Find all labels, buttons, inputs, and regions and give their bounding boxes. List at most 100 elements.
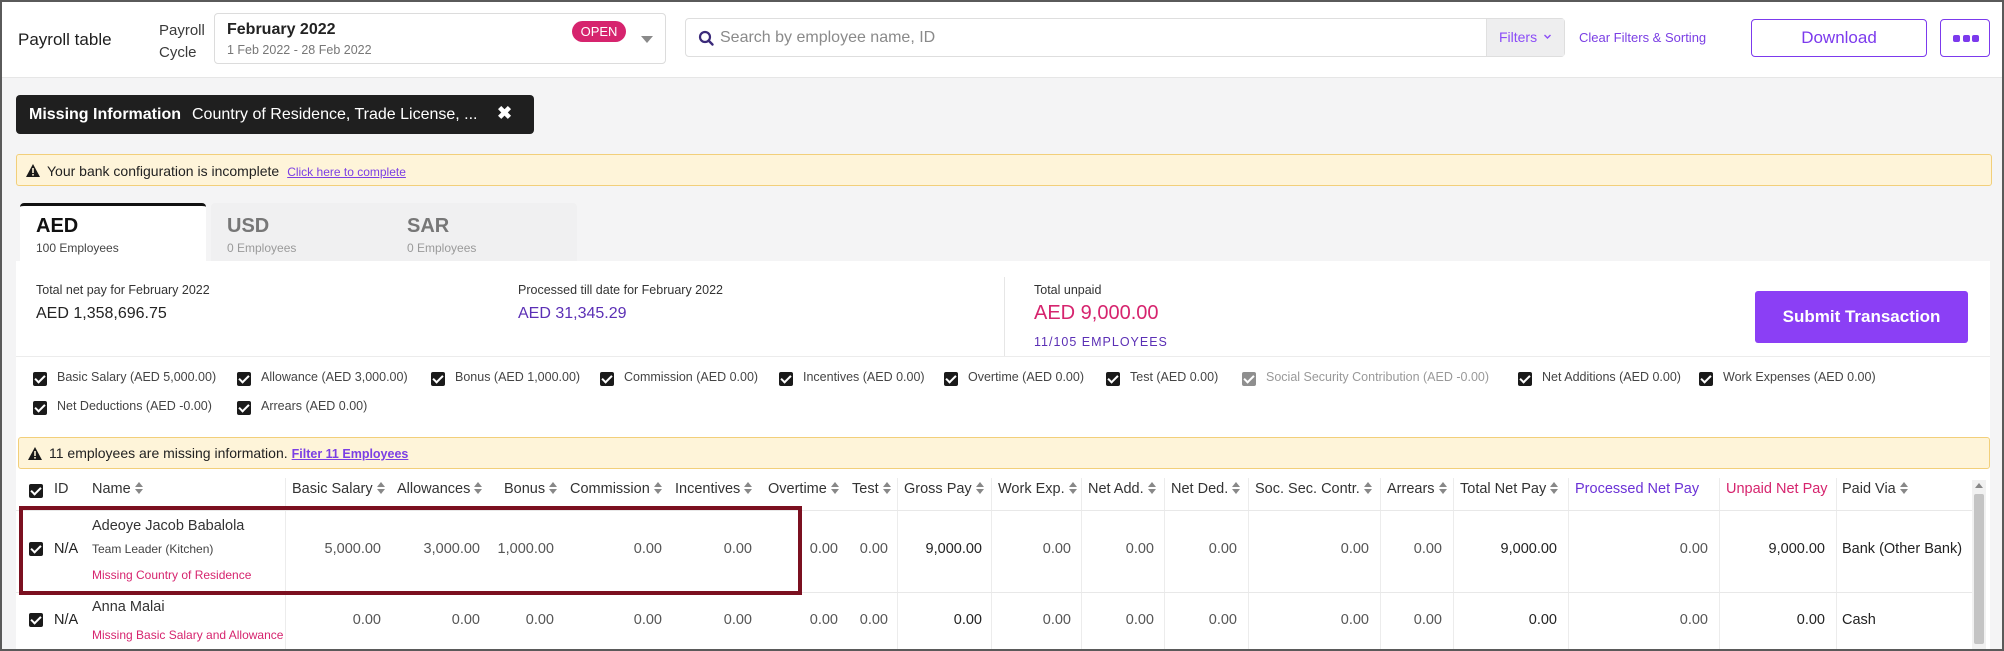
component-checkbox[interactable] bbox=[237, 401, 251, 415]
filter-employees-link[interactable]: Filter 11 Employees bbox=[292, 447, 409, 461]
unpaid-value: AED 9,000.00 bbox=[1034, 302, 1159, 324]
filters-button[interactable]: Filters bbox=[1486, 19, 1564, 56]
clear-filters-link[interactable]: Clear Filters & Sorting bbox=[1579, 30, 1706, 45]
tab-usd[interactable]: USD 0 Employees bbox=[211, 203, 397, 261]
component-label: Commission (AED 0.00) bbox=[624, 370, 759, 384]
column-header-name[interactable]: Name bbox=[92, 481, 143, 497]
chevron-down-icon[interactable] bbox=[641, 36, 653, 43]
unpaid-employees: 11/105 EMPLOYEES bbox=[1034, 335, 1168, 349]
net-ded-cell: 0.00 bbox=[1208, 612, 1237, 628]
overtime-cell: 0.00 bbox=[809, 612, 838, 628]
component-label: Bonus (AED 1,000.00) bbox=[455, 370, 581, 384]
unpaid-label: Total unpaid bbox=[1034, 283, 1102, 297]
component-checkbox[interactable] bbox=[33, 372, 47, 386]
allowances-cell: 0.00 bbox=[451, 612, 480, 628]
arrears-cell: 0.00 bbox=[1413, 541, 1442, 557]
work-exp-cell: 0.00 bbox=[1042, 612, 1071, 628]
bank-config-text: Your bank configuration is incomplete bbox=[47, 163, 280, 179]
close-icon[interactable]: ✖ bbox=[497, 103, 512, 124]
row-checkbox[interactable] bbox=[29, 613, 43, 627]
missing-info-filter-chip: Missing Information Country of Residence… bbox=[16, 95, 534, 134]
soc-sec-cell: 0.00 bbox=[1340, 541, 1369, 557]
column-header-soc-sec[interactable]: Soc. Sec. Contr. bbox=[1255, 481, 1372, 497]
column-divider bbox=[1164, 478, 1165, 649]
tab-sar[interactable]: SAR 0 Employees bbox=[391, 203, 577, 261]
component-checkbox[interactable] bbox=[944, 372, 958, 386]
scrollbar-thumb[interactable] bbox=[1974, 494, 1984, 644]
column-header-allowances[interactable]: Allowances bbox=[397, 481, 483, 497]
commission-cell: 0.00 bbox=[633, 612, 662, 628]
submit-transaction-button[interactable]: Submit Transaction bbox=[1755, 291, 1968, 343]
component-checkbox[interactable] bbox=[237, 372, 251, 386]
column-header-incentives[interactable]: Incentives bbox=[675, 481, 753, 497]
test-cell: 0.00 bbox=[859, 541, 888, 557]
column-header-id: ID bbox=[54, 481, 69, 497]
component-label: Overtime (AED 0.00) bbox=[968, 370, 1085, 384]
column-header-test[interactable]: Test bbox=[852, 481, 891, 497]
missing-info-label: Missing Information bbox=[29, 106, 181, 123]
column-header-overtime[interactable]: Overtime bbox=[768, 481, 839, 497]
sort-icon bbox=[1550, 482, 1559, 494]
paid-via-cell: Bank (Other Bank) bbox=[1842, 541, 1963, 557]
cycle-month: February 2022 bbox=[227, 21, 336, 38]
test-cell: 0.00 bbox=[859, 612, 888, 628]
divider bbox=[16, 356, 1990, 357]
header-bar: Payroll table Payroll Cycle February 202… bbox=[2, 2, 2002, 78]
select-all-checkbox[interactable] bbox=[29, 484, 43, 498]
work-exp-cell: 0.00 bbox=[1042, 541, 1071, 557]
component-checkbox[interactable] bbox=[33, 401, 47, 415]
column-header-paid-via[interactable]: Paid Via bbox=[1842, 481, 1908, 497]
column-header-basic-salary[interactable]: Basic Salary bbox=[292, 481, 385, 497]
component-checkbox[interactable] bbox=[600, 372, 614, 386]
component-checkbox[interactable] bbox=[1699, 372, 1713, 386]
bank-config-banner: Your bank configuration is incomplete Cli… bbox=[16, 154, 1992, 186]
sort-icon bbox=[830, 482, 839, 494]
column-header-net-add[interactable]: Net Add. bbox=[1088, 481, 1156, 497]
sort-icon bbox=[1232, 482, 1241, 494]
sort-icon bbox=[376, 482, 385, 494]
tab-aed[interactable]: AED 100 Employees bbox=[20, 203, 206, 261]
more-dots-icon bbox=[1953, 35, 1979, 42]
status-badge: OPEN bbox=[572, 21, 626, 42]
column-header-work-exp[interactable]: Work Exp. bbox=[998, 481, 1077, 497]
column-header-gross-pay[interactable]: Gross Pay bbox=[904, 481, 984, 497]
scroll-up-icon[interactable] bbox=[1975, 483, 1983, 488]
column-divider bbox=[1836, 478, 1837, 649]
sort-icon bbox=[1899, 482, 1908, 494]
incentives-cell: 0.00 bbox=[723, 612, 752, 628]
component-checkbox[interactable] bbox=[1518, 372, 1532, 386]
column-header-net-ded[interactable]: Net Ded. bbox=[1171, 481, 1241, 497]
column-header-bonus[interactable]: Bonus bbox=[504, 481, 558, 497]
sort-icon bbox=[882, 482, 891, 494]
column-header-total-net-pay[interactable]: Total Net Pay bbox=[1460, 481, 1559, 497]
table-scrollbar[interactable] bbox=[1972, 480, 1986, 649]
sort-icon bbox=[134, 482, 143, 494]
column-header-commission[interactable]: Commission bbox=[570, 481, 662, 497]
total-net-pay-cell: 9,000.00 bbox=[1500, 541, 1557, 557]
warning-icon bbox=[26, 164, 40, 177]
unpaid-net-pay-cell: 9,000.00 bbox=[1768, 541, 1825, 557]
sort-icon bbox=[975, 482, 984, 494]
search-input[interactable] bbox=[720, 19, 1490, 56]
net-pay-label: Total net pay for February 2022 bbox=[36, 283, 210, 297]
missing-info-value: Country of Residence, Trade License, ... bbox=[192, 106, 478, 123]
more-options-button[interactable] bbox=[1940, 19, 1990, 57]
download-button[interactable]: Download bbox=[1751, 19, 1927, 57]
component-label: Incentives (AED 0.00) bbox=[803, 370, 925, 384]
employee-name[interactable]: Anna Malai bbox=[92, 599, 165, 615]
component-checkbox[interactable] bbox=[1106, 372, 1120, 386]
component-checkbox bbox=[1242, 372, 1256, 386]
component-label: Net Deductions (AED -0.00) bbox=[57, 399, 212, 413]
sort-icon bbox=[549, 482, 558, 494]
payroll-cycle-select[interactable]: February 2022 1 Feb 2022 - 28 Feb 2022 O… bbox=[214, 13, 666, 64]
component-checkbox[interactable] bbox=[779, 372, 793, 386]
missing-employees-banner: 11 employees are missing information. Fil… bbox=[18, 437, 1990, 469]
cycle-range: 1 Feb 2022 - 28 Feb 2022 bbox=[227, 43, 372, 57]
complete-bank-config-link[interactable]: Click here to complete bbox=[287, 165, 406, 179]
component-label: Arrears (AED 0.00) bbox=[261, 399, 368, 413]
column-header-arrears[interactable]: Arrears bbox=[1387, 481, 1447, 497]
app-frame: Payroll table Payroll Cycle February 202… bbox=[0, 0, 2004, 651]
component-checkbox[interactable] bbox=[431, 372, 445, 386]
missing-employees-text: 11 employees are missing information. bbox=[49, 445, 288, 461]
gross-pay-cell: 0.00 bbox=[953, 612, 982, 628]
